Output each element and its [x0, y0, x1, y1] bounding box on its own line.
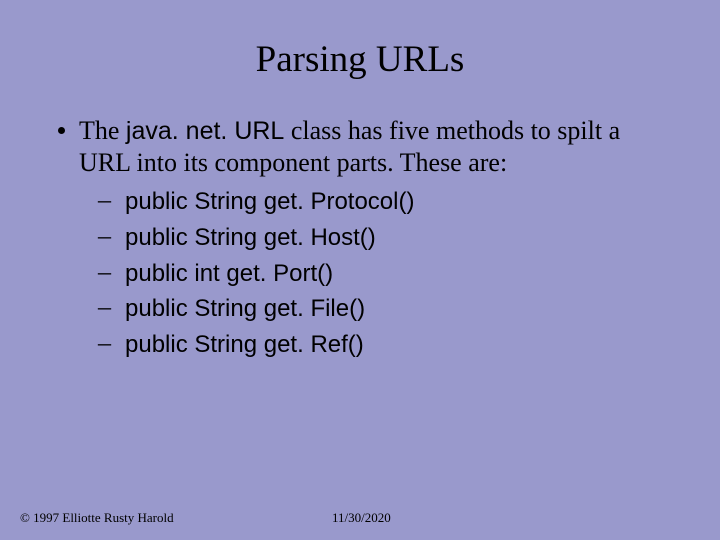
dash-icon: –	[98, 256, 111, 288]
slide: Parsing URLs The java. net. URL class ha…	[0, 0, 720, 540]
bullet-text: The java. net. URL class has five method…	[79, 115, 670, 178]
list-item: – public String get. Host()	[98, 220, 670, 254]
method-text: public String get. File()	[125, 293, 365, 325]
list-item: – public String get. Protocol()	[98, 184, 670, 218]
list-item: – public int get. Port()	[98, 256, 670, 290]
bullet-pre: The	[79, 116, 126, 145]
bullet-icon	[58, 127, 65, 134]
list-item: – public String get. Ref()	[98, 327, 670, 361]
list-item: – public String get. File()	[98, 291, 670, 325]
slide-body: The java. net. URL class has five method…	[0, 81, 720, 361]
method-text: public String get. Host()	[125, 222, 376, 254]
dash-icon: –	[98, 327, 111, 359]
dash-icon: –	[98, 220, 111, 252]
method-text: public String get. Protocol()	[125, 186, 414, 218]
bullet-item: The java. net. URL class has five method…	[58, 115, 670, 178]
dash-icon: –	[98, 291, 111, 323]
method-text: public String get. Ref()	[125, 329, 364, 361]
slide-title: Parsing URLs	[0, 0, 720, 81]
method-text: public int get. Port()	[125, 258, 333, 290]
dash-icon: –	[98, 184, 111, 216]
footer-copyright: © 1997 Elliotte Rusty Harold	[20, 510, 174, 526]
bullet-code: java. net. URL	[126, 117, 284, 145]
footer-date: 11/30/2020	[332, 510, 391, 526]
sub-list: – public String get. Protocol() – public…	[98, 184, 670, 360]
